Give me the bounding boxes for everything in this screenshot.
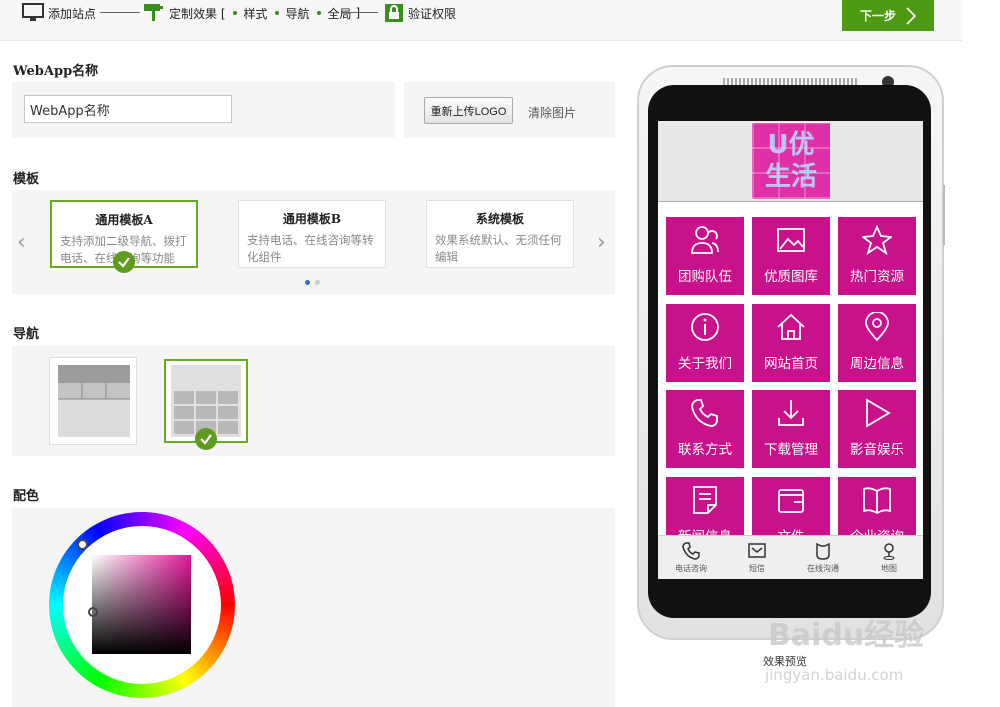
bottom-nav-chat[interactable]: 在线沟通 (790, 536, 856, 579)
selected-check-icon (195, 428, 217, 450)
wallet-icon (778, 489, 804, 513)
tile-label: 优质图库 (764, 269, 818, 285)
selected-check-icon (113, 251, 135, 273)
hue-handle[interactable] (77, 539, 88, 550)
color-heading: 配色 (13, 489, 40, 504)
webapp-name-heading: WebApp名称 (13, 64, 99, 79)
tile-label: 关于我们 (678, 356, 732, 372)
watermark-logo: Baidu经验 (768, 618, 925, 653)
next-step-button[interactable]: 下一步 (842, 0, 934, 31)
template-heading: 模板 (13, 172, 40, 187)
tile-label: 热门资源 (850, 269, 904, 285)
tile-image[interactable]: 优质图库 (752, 217, 830, 295)
play-icon (866, 398, 891, 428)
page-dot[interactable] (315, 280, 320, 285)
step-style-label: 样式 (243, 6, 268, 21)
watermark-url: jingyan.baidu.com (765, 666, 904, 684)
next-step-label: 下一步 (859, 9, 896, 23)
template-a-title: 通用模板A (95, 213, 153, 227)
mail-icon (748, 543, 766, 558)
paint-roller-icon (144, 4, 163, 21)
bottom-nav-sms-label: 短信 (749, 564, 765, 573)
step-customize-end: ] (355, 6, 361, 20)
logo-text: U优生活 (764, 130, 817, 192)
tile-label: 联系方式 (678, 442, 732, 458)
template-system-desc: 效果系统默认、无须任何编辑 (435, 233, 562, 264)
step-nav-label: 导航 (285, 6, 310, 21)
page-dot-active[interactable] (305, 280, 310, 285)
webapp-name-input[interactable] (24, 95, 232, 123)
step-customize: 定制效果 [ 样式 导航 全局 ] (143, 4, 360, 22)
template-next-arrow[interactable]: › (597, 230, 606, 255)
tile-home[interactable]: 网站首页 (752, 304, 830, 382)
document-icon (693, 486, 717, 514)
tile-download[interactable]: 下载管理 (752, 390, 830, 468)
tile-label: 周边信息 (850, 356, 904, 372)
template-system-title: 系统模板 (475, 212, 524, 226)
step-add-site-label: 添加站点 (48, 6, 97, 21)
tile-play[interactable]: 影音娱乐 (838, 390, 916, 468)
tile-users[interactable]: 团购队伍 (666, 217, 744, 295)
map-pin-icon (865, 312, 889, 342)
color-handle[interactable] (88, 607, 98, 617)
chevron-right-icon (906, 6, 916, 25)
bottom-nav-sms[interactable]: 短信 (724, 536, 790, 579)
saturation-square[interactable] (92, 555, 191, 654)
tile-phone[interactable]: 联系方式 (666, 390, 744, 468)
users-icon (691, 226, 719, 254)
step-customize-label: 定制效果 [ (169, 6, 226, 21)
bottom-nav-map-label: 地图 (881, 564, 897, 573)
monitor-icon (22, 3, 44, 21)
tile-label: 影音娱乐 (850, 442, 904, 458)
home-icon (777, 313, 805, 340)
bottom-nav-map[interactable]: 地图 (856, 536, 922, 579)
step-verify-label: 验证权限 (408, 6, 457, 21)
tile-label: 下载管理 (764, 442, 818, 458)
bottom-nav-phone[interactable]: 电话咨询 (658, 536, 724, 579)
tile-map-pin[interactable]: 周边信息 (838, 304, 916, 382)
bottom-nav-chat-label: 在线沟通 (807, 564, 839, 573)
step-add-site: 添加站点 (22, 3, 97, 22)
phone-icon (691, 399, 718, 427)
logo-image: U优生活 (752, 123, 830, 199)
star-icon (862, 225, 892, 255)
download-icon (778, 400, 804, 426)
upload-logo-button[interactable]: 重新上传LOGO (424, 97, 513, 124)
template-b-desc: 支持电话、在线咨询等转化组件 (247, 233, 374, 264)
step-bar: 添加站点 定制效果 [ 样式 导航 全局 ] 验证权限 (0, 0, 962, 41)
book-icon (863, 487, 891, 515)
location-icon (883, 543, 895, 560)
nav-layout-top-bar[interactable] (49, 357, 137, 445)
tile-label: 网站首页 (764, 356, 818, 372)
bottom-nav-phone-label: 电话咨询 (675, 564, 707, 573)
template-card-system[interactable]: 系统模板 效果系统默认、无须任何编辑 (426, 200, 574, 268)
template-prev-arrow[interactable]: ‹ (17, 230, 26, 255)
chat-icon (816, 542, 830, 560)
tile-star[interactable]: 热门资源 (838, 217, 916, 295)
tile-label: 团购队伍 (678, 269, 732, 285)
step-verify: 验证权限 (384, 4, 456, 22)
clear-image-link[interactable]: 清除图片 (528, 104, 576, 121)
phone-screen: U优生活 团购队伍 优质图库 热门资源关于我们 网站首页 周边信息联系方式 下载管理 影音娱… (658, 121, 923, 579)
phone-icon (682, 542, 700, 560)
image-icon (777, 228, 805, 252)
template-b-title: 通用模板B (282, 212, 342, 226)
nav-heading: 导航 (13, 327, 40, 342)
tile-info[interactable]: 关于我们 (666, 304, 744, 382)
bottom-nav: 电话咨询 短信 在线沟通 地图 (658, 535, 923, 579)
lock-icon (385, 4, 403, 22)
template-card-b[interactable]: 通用模板B 支持电话、在线咨询等转化组件 (238, 200, 386, 268)
step-global-label: 全局 (327, 6, 352, 21)
info-icon (691, 313, 719, 341)
